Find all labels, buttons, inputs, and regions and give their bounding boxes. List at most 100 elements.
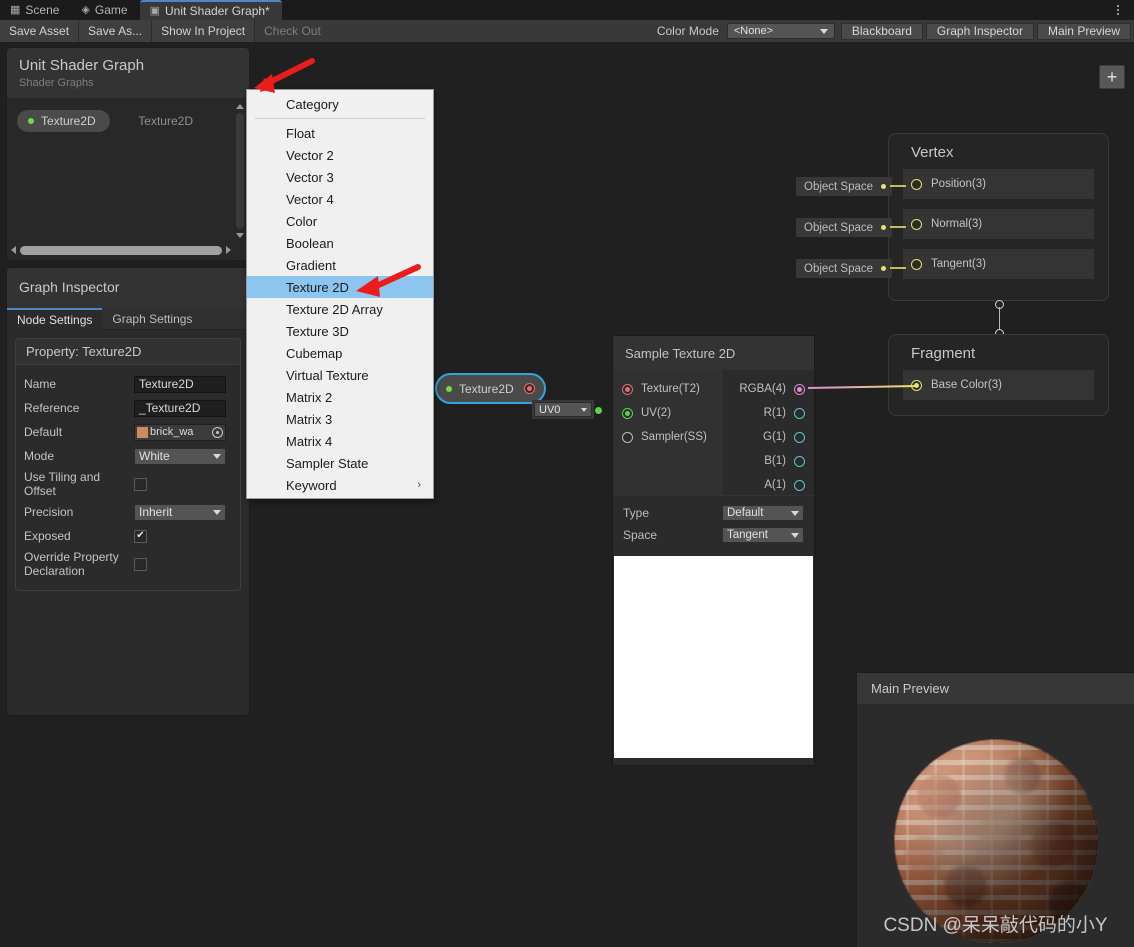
blackboard-toggle[interactable]: Blackboard bbox=[840, 22, 923, 40]
chip-object-space-normal[interactable]: Object Space bbox=[796, 218, 892, 237]
name-input[interactable]: Texture2D bbox=[134, 375, 226, 393]
blackboard-body: Texture2D Texture2D bbox=[7, 98, 249, 260]
override-declaration-checkbox[interactable] bbox=[134, 557, 147, 571]
port-sampler-icon[interactable] bbox=[622, 431, 633, 443]
input-port-uv[interactable]: UV(2) bbox=[613, 401, 723, 425]
output-port-r[interactable]: R(1) bbox=[723, 401, 814, 425]
tab-unit-shader-graph[interactable]: ▣ Unit Shader Graph* bbox=[139, 0, 282, 20]
port-uv0-out[interactable] bbox=[595, 407, 602, 414]
tab-graph-settings[interactable]: Graph Settings bbox=[102, 308, 202, 330]
node-vertex-block[interactable]: Vertex Position(3) Normal(3) Tangent(3) bbox=[888, 133, 1109, 301]
output-port-g[interactable]: G(1) bbox=[723, 425, 814, 449]
port-r-icon[interactable] bbox=[794, 407, 805, 419]
chip-object-space-position[interactable]: Object Space bbox=[796, 177, 892, 196]
uv-channel-dropdown[interactable]: UV0 bbox=[534, 402, 592, 417]
blackboard-vertical-scrollbar[interactable] bbox=[235, 104, 245, 238]
fragment-row-base-color[interactable]: Base Color(3) bbox=[903, 370, 1094, 400]
port-tangent-icon[interactable] bbox=[911, 258, 922, 270]
scroll-left-icon[interactable] bbox=[11, 246, 16, 254]
tab-scene[interactable]: ▦ Scene bbox=[0, 0, 71, 20]
vertex-row-tangent[interactable]: Tangent(3) bbox=[903, 249, 1094, 279]
object-picker-icon[interactable] bbox=[212, 426, 223, 438]
input-port-texture[interactable]: Texture(T2) bbox=[613, 377, 723, 401]
exposed-checkbox[interactable]: ✔ bbox=[134, 529, 147, 543]
port-base-color-icon[interactable] bbox=[911, 379, 922, 391]
menu-item-vector-2[interactable]: Vector 2 bbox=[247, 144, 433, 166]
setting-type-dropdown[interactable]: Default bbox=[722, 505, 804, 521]
port-b-icon[interactable] bbox=[794, 455, 805, 467]
save-asset-button[interactable]: Save Asset bbox=[0, 20, 80, 42]
graph-inspector-toggle[interactable]: Graph Inspector bbox=[925, 22, 1034, 40]
scroll-up-icon[interactable] bbox=[236, 104, 244, 109]
menu-item-matrix-3[interactable]: Matrix 3 bbox=[247, 408, 433, 430]
menu-item-keyword[interactable]: Keyword › bbox=[247, 474, 433, 496]
main-preview-toggle[interactable]: Main Preview bbox=[1036, 22, 1131, 40]
menu-item-matrix-4[interactable]: Matrix 4 bbox=[247, 430, 433, 452]
port-texture2d-out[interactable] bbox=[524, 383, 535, 394]
sample-node-settings: Type Default Space Tangent bbox=[613, 495, 814, 554]
add-property-button[interactable]: + bbox=[1099, 65, 1125, 89]
vertex-tangent-label: Tangent(3) bbox=[931, 258, 986, 270]
menu-item-vector-3[interactable]: Vector 3 bbox=[247, 166, 433, 188]
blackboard-horizontal-scrollbar[interactable] bbox=[11, 243, 231, 257]
property-settings-panel: Property: Texture2D Name Texture2D Refer… bbox=[15, 338, 241, 591]
precision-dropdown[interactable]: Inherit bbox=[134, 503, 226, 521]
blackboard-vertical-thumb[interactable] bbox=[236, 113, 244, 229]
vertex-normal-label: Normal(3) bbox=[931, 218, 983, 230]
sample-node-preview[interactable] bbox=[614, 556, 813, 758]
blackboard-property-row[interactable]: Texture2D Texture2D bbox=[17, 110, 239, 132]
vertex-row-position[interactable]: Position(3) bbox=[903, 169, 1094, 199]
menu-item-virtual-texture[interactable]: Virtual Texture bbox=[247, 364, 433, 386]
menu-item-matrix-2[interactable]: Matrix 2 bbox=[247, 386, 433, 408]
unity-shader-graph-window: ▦ Scene ◈ Game ▣ Unit Shader Graph* Save… bbox=[0, 0, 1134, 947]
blackboard-property-pill[interactable]: Texture2D bbox=[17, 110, 110, 132]
node-sample-texture-2d[interactable]: Sample Texture 2D Texture(T2) UV(2) Samp… bbox=[613, 336, 814, 765]
chevron-down-icon bbox=[213, 509, 221, 515]
sample-node-ports: Texture(T2) UV(2) Sampler(SS) RGBA(4) R(… bbox=[613, 370, 814, 495]
port-a-icon[interactable] bbox=[794, 479, 805, 491]
port-rgba-icon[interactable] bbox=[794, 383, 805, 395]
node-uv0[interactable]: UV0 bbox=[532, 400, 594, 419]
port-g-icon[interactable] bbox=[794, 431, 805, 443]
menu-item-cubemap[interactable]: Cubemap bbox=[247, 342, 433, 364]
tiling-offset-checkbox[interactable] bbox=[134, 477, 147, 491]
scroll-right-icon[interactable] bbox=[226, 246, 231, 254]
color-mode-dropdown[interactable]: <None> bbox=[726, 23, 835, 39]
chip-object-space-tangent[interactable]: Object Space bbox=[796, 259, 892, 278]
port-texture-icon[interactable] bbox=[622, 383, 633, 395]
menu-item-sampler-state[interactable]: Sampler State bbox=[247, 452, 433, 474]
vertex-row-normal[interactable]: Normal(3) bbox=[903, 209, 1094, 239]
tab-game[interactable]: ◈ Game bbox=[71, 0, 139, 20]
save-as-button[interactable]: Save As... bbox=[79, 20, 153, 42]
input-port-sampler[interactable]: Sampler(SS) bbox=[613, 425, 723, 449]
output-port-b[interactable]: B(1) bbox=[723, 449, 814, 473]
menu-item-vector-4[interactable]: Vector 4 bbox=[247, 188, 433, 210]
scroll-down-icon[interactable] bbox=[236, 233, 244, 238]
output-port-a[interactable]: A(1) bbox=[723, 473, 814, 497]
default-texture-object-field[interactable]: brick_wa bbox=[134, 423, 226, 441]
menu-item-float[interactable]: Float bbox=[247, 122, 433, 144]
reference-input[interactable]: _Texture2D bbox=[134, 399, 226, 417]
blackboard-panel: Unit Shader Graph Shader Graphs Texture2… bbox=[7, 48, 249, 260]
setting-space-dropdown[interactable]: Tangent bbox=[722, 527, 804, 543]
menu-item-texture-2d-array[interactable]: Texture 2D Array bbox=[247, 298, 433, 320]
tab-node-settings[interactable]: Node Settings bbox=[7, 308, 103, 330]
menu-item-texture-3d[interactable]: Texture 3D bbox=[247, 320, 433, 342]
node-fragment-block[interactable]: Fragment Base Color(3) bbox=[888, 334, 1109, 416]
menu-item-boolean[interactable]: Boolean bbox=[247, 232, 433, 254]
blackboard-horizontal-thumb[interactable] bbox=[20, 245, 222, 255]
more-options-icon[interactable] bbox=[1111, 3, 1125, 17]
node-texture2d-property[interactable]: Texture2D bbox=[435, 373, 546, 404]
port-position-icon[interactable] bbox=[911, 178, 922, 190]
output-port-rgba[interactable]: RGBA(4) bbox=[723, 377, 814, 401]
menu-item-gradient[interactable]: Gradient bbox=[247, 254, 433, 276]
show-in-project-button[interactable]: Show In Project bbox=[152, 20, 256, 42]
output-port-rgba-label: RGBA(4) bbox=[739, 383, 786, 395]
menu-item-texture-2d[interactable]: Texture 2D bbox=[247, 276, 433, 298]
main-preview-body[interactable]: CSDN @呆呆敲代码的小Y bbox=[857, 704, 1134, 947]
port-normal-icon[interactable] bbox=[911, 218, 922, 230]
menu-item-color[interactable]: Color bbox=[247, 210, 433, 232]
mode-dropdown[interactable]: White bbox=[134, 447, 226, 465]
port-uv-icon[interactable] bbox=[622, 407, 633, 419]
field-default-label: Default bbox=[24, 425, 63, 439]
